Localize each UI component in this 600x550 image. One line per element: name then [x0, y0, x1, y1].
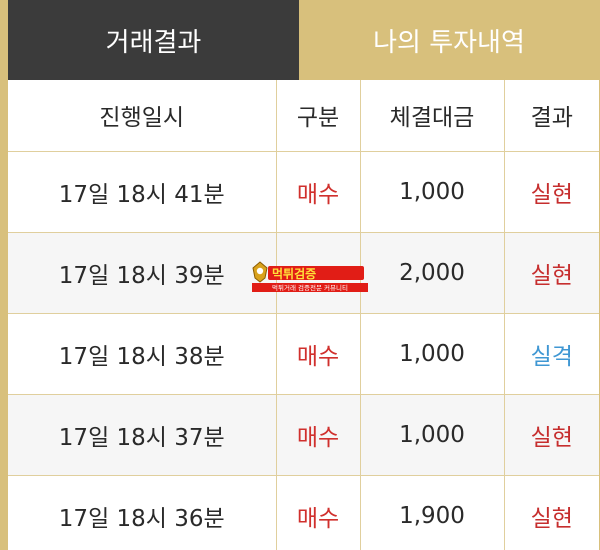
- table-row: 17일 18시 39분 2,000 실현: [8, 232, 599, 314]
- tab-my-investments[interactable]: 나의 투자내역: [299, 0, 599, 80]
- header-datetime: 진행일시: [8, 80, 277, 152]
- header-result: 결과: [504, 80, 599, 152]
- table-header-row: 진행일시 구분 체결대금 결과: [8, 80, 599, 152]
- cell-type: [276, 232, 361, 314]
- tab-trade-results[interactable]: 거래결과: [8, 0, 299, 80]
- cell-type: 매수: [276, 475, 361, 550]
- cell-type: 매수: [276, 313, 361, 395]
- table-row: 17일 18시 38분 매수 1,000 실격: [8, 313, 599, 395]
- tab-bar: 거래결과 나의 투자내역: [8, 0, 599, 80]
- cell-amount: 2,000: [360, 232, 505, 314]
- cell-result: 실현: [504, 475, 599, 550]
- cell-amount: 1,000: [360, 394, 505, 476]
- cell-result: 실현: [504, 394, 599, 476]
- table-row: 17일 18시 41분 매수 1,000 실현: [8, 151, 599, 233]
- table-row: 17일 18시 37분 매수 1,000 실현: [8, 394, 599, 476]
- cell-amount: 1,000: [360, 151, 505, 233]
- cell-datetime: 17일 18시 41분: [8, 151, 277, 233]
- cell-datetime: 17일 18시 36분: [8, 475, 277, 550]
- cell-result: 실현: [504, 151, 599, 233]
- cell-type: 매수: [276, 151, 361, 233]
- cell-amount: 1,000: [360, 313, 505, 395]
- trade-panel: 거래결과 나의 투자내역 진행일시 구분 체결대금 결과 17일 18시 41분…: [8, 0, 599, 550]
- cell-result: 실현: [504, 232, 599, 314]
- cell-result: 실격: [504, 313, 599, 395]
- cell-datetime: 17일 18시 39분: [8, 232, 277, 314]
- trade-table: 진행일시 구분 체결대금 결과 17일 18시 41분 매수 1,000 실현 …: [8, 80, 599, 550]
- cell-amount: 1,900: [360, 475, 505, 550]
- header-amount: 체결대금: [360, 80, 505, 152]
- header-type: 구분: [276, 80, 361, 152]
- cell-datetime: 17일 18시 37분: [8, 394, 277, 476]
- table-row: 17일 18시 36분 매수 1,900 실현: [8, 475, 599, 550]
- cell-datetime: 17일 18시 38분: [8, 313, 277, 395]
- cell-type: 매수: [276, 394, 361, 476]
